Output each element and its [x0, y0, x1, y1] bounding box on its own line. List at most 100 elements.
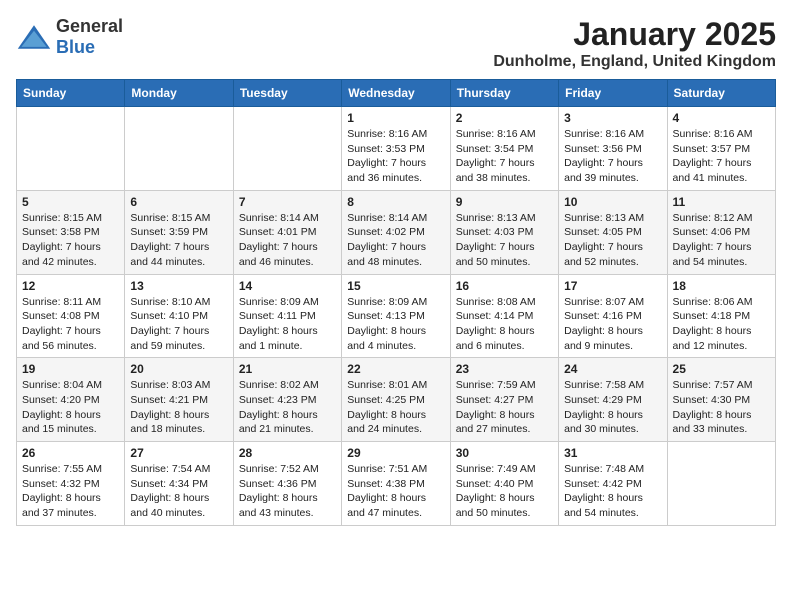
calendar-week-row: 26 Sunrise: 7:55 AMSunset: 4:32 PMDayligh…	[17, 442, 776, 526]
day-number: 11	[673, 195, 770, 209]
day-number: 15	[347, 279, 444, 293]
day-info: Sunrise: 8:15 AMSunset: 3:59 PMDaylight:…	[130, 211, 227, 270]
day-number: 26	[22, 446, 119, 460]
day-of-week-header: Wednesday	[342, 80, 450, 107]
calendar-cell: 14 Sunrise: 8:09 AMSunset: 4:11 PMDayligh…	[233, 274, 341, 358]
day-of-week-header: Sunday	[17, 80, 125, 107]
day-of-week-header: Friday	[559, 80, 667, 107]
day-number: 9	[456, 195, 553, 209]
day-info: Sunrise: 7:58 AMSunset: 4:29 PMDaylight:…	[564, 378, 661, 437]
day-info: Sunrise: 8:12 AMSunset: 4:06 PMDaylight:…	[673, 211, 770, 270]
day-number: 8	[347, 195, 444, 209]
day-number: 5	[22, 195, 119, 209]
day-number: 20	[130, 362, 227, 376]
day-number: 29	[347, 446, 444, 460]
day-info: Sunrise: 8:13 AMSunset: 4:03 PMDaylight:…	[456, 211, 553, 270]
calendar-cell: 4 Sunrise: 8:16 AMSunset: 3:57 PMDaylight…	[667, 107, 775, 191]
logo: General Blue	[16, 16, 123, 58]
day-info: Sunrise: 7:48 AMSunset: 4:42 PMDaylight:…	[564, 462, 661, 521]
location-title: Dunholme, England, United Kingdom	[493, 53, 776, 71]
day-info: Sunrise: 8:14 AMSunset: 4:01 PMDaylight:…	[239, 211, 336, 270]
calendar-cell: 2 Sunrise: 8:16 AMSunset: 3:54 PMDaylight…	[450, 107, 558, 191]
day-number: 17	[564, 279, 661, 293]
day-number: 19	[22, 362, 119, 376]
calendar-cell: 17 Sunrise: 8:07 AMSunset: 4:16 PMDayligh…	[559, 274, 667, 358]
calendar-cell: 7 Sunrise: 8:14 AMSunset: 4:01 PMDaylight…	[233, 190, 341, 274]
calendar-cell: 22 Sunrise: 8:01 AMSunset: 4:25 PMDayligh…	[342, 358, 450, 442]
day-number: 2	[456, 111, 553, 125]
calendar-cell: 1 Sunrise: 8:16 AMSunset: 3:53 PMDaylight…	[342, 107, 450, 191]
day-info: Sunrise: 8:14 AMSunset: 4:02 PMDaylight:…	[347, 211, 444, 270]
day-of-week-header: Tuesday	[233, 80, 341, 107]
calendar-cell: 23 Sunrise: 7:59 AMSunset: 4:27 PMDayligh…	[450, 358, 558, 442]
day-info: Sunrise: 8:15 AMSunset: 3:58 PMDaylight:…	[22, 211, 119, 270]
calendar-cell	[125, 107, 233, 191]
day-number: 18	[673, 279, 770, 293]
day-number: 25	[673, 362, 770, 376]
calendar-cell	[667, 442, 775, 526]
calendar-cell: 25 Sunrise: 7:57 AMSunset: 4:30 PMDayligh…	[667, 358, 775, 442]
calendar-cell	[233, 107, 341, 191]
logo-blue: Blue	[56, 37, 95, 57]
calendar-week-row: 1 Sunrise: 8:16 AMSunset: 3:53 PMDaylight…	[17, 107, 776, 191]
day-info: Sunrise: 8:11 AMSunset: 4:08 PMDaylight:…	[22, 295, 119, 354]
day-info: Sunrise: 8:16 AMSunset: 3:54 PMDaylight:…	[456, 127, 553, 186]
day-number: 27	[130, 446, 227, 460]
day-number: 3	[564, 111, 661, 125]
day-info: Sunrise: 8:16 AMSunset: 3:53 PMDaylight:…	[347, 127, 444, 186]
calendar-cell: 28Sunrise: 7:52 AMSunset: 4:36 PMDayligh…	[233, 442, 341, 526]
day-info: Sunrise: 8:08 AMSunset: 4:14 PMDaylight:…	[456, 295, 553, 354]
day-of-week-header: Monday	[125, 80, 233, 107]
calendar-cell: 24 Sunrise: 7:58 AMSunset: 4:29 PMDayligh…	[559, 358, 667, 442]
calendar-cell: 26 Sunrise: 7:55 AMSunset: 4:32 PMDayligh…	[17, 442, 125, 526]
day-number: 4	[673, 111, 770, 125]
day-info: Sunrise: 8:10 AMSunset: 4:10 PMDaylight:…	[130, 295, 227, 354]
calendar: SundayMondayTuesdayWednesdayThursdayFrid…	[16, 79, 776, 526]
day-info: Sunrise: 7:52 AMSunset: 4:36 PMDaylight:…	[239, 462, 336, 521]
calendar-header-row: SundayMondayTuesdayWednesdayThursdayFrid…	[17, 80, 776, 107]
day-info: Sunrise: 8:16 AMSunset: 3:57 PMDaylight:…	[673, 127, 770, 186]
day-info: Sunrise: 8:01 AMSunset: 4:25 PMDaylight:…	[347, 378, 444, 437]
day-number: 1	[347, 111, 444, 125]
header: General Blue January 2025 Dunholme, Engl…	[16, 16, 776, 71]
calendar-cell: 11 Sunrise: 8:12 AMSunset: 4:06 PMDayligh…	[667, 190, 775, 274]
calendar-cell: 18Sunrise: 8:06 AMSunset: 4:18 PMDayligh…	[667, 274, 775, 358]
day-number: 10	[564, 195, 661, 209]
day-info: Sunrise: 8:02 AMSunset: 4:23 PMDaylight:…	[239, 378, 336, 437]
calendar-week-row: 5 Sunrise: 8:15 AMSunset: 3:58 PMDaylight…	[17, 190, 776, 274]
day-number: 6	[130, 195, 227, 209]
day-number: 22	[347, 362, 444, 376]
day-info: Sunrise: 7:57 AMSunset: 4:30 PMDaylight:…	[673, 378, 770, 437]
day-info: Sunrise: 7:55 AMSunset: 4:32 PMDaylight:…	[22, 462, 119, 521]
calendar-week-row: 19 Sunrise: 8:04 AMSunset: 4:20 PMDayligh…	[17, 358, 776, 442]
day-info: Sunrise: 7:49 AMSunset: 4:40 PMDaylight:…	[456, 462, 553, 521]
day-info: Sunrise: 8:09 AMSunset: 4:11 PMDaylight:…	[239, 295, 336, 354]
day-number: 24	[564, 362, 661, 376]
calendar-cell: 5 Sunrise: 8:15 AMSunset: 3:58 PMDaylight…	[17, 190, 125, 274]
day-number: 21	[239, 362, 336, 376]
month-title: January 2025	[493, 16, 776, 53]
day-number: 30	[456, 446, 553, 460]
day-number: 23	[456, 362, 553, 376]
day-info: Sunrise: 8:07 AMSunset: 4:16 PMDaylight:…	[564, 295, 661, 354]
day-info: Sunrise: 7:51 AMSunset: 4:38 PMDaylight:…	[347, 462, 444, 521]
day-info: Sunrise: 8:03 AMSunset: 4:21 PMDaylight:…	[130, 378, 227, 437]
day-of-week-header: Saturday	[667, 80, 775, 107]
calendar-cell: 10Sunrise: 8:13 AMSunset: 4:05 PMDayligh…	[559, 190, 667, 274]
calendar-week-row: 12Sunrise: 8:11 AMSunset: 4:08 PMDayligh…	[17, 274, 776, 358]
day-number: 7	[239, 195, 336, 209]
calendar-cell: 27Sunrise: 7:54 AMSunset: 4:34 PMDayligh…	[125, 442, 233, 526]
calendar-cell: 21 Sunrise: 8:02 AMSunset: 4:23 PMDayligh…	[233, 358, 341, 442]
logo-icon	[16, 23, 52, 51]
calendar-cell	[17, 107, 125, 191]
day-info: Sunrise: 7:59 AMSunset: 4:27 PMDaylight:…	[456, 378, 553, 437]
day-number: 14	[239, 279, 336, 293]
calendar-cell: 9 Sunrise: 8:13 AMSunset: 4:03 PMDaylight…	[450, 190, 558, 274]
day-number: 31	[564, 446, 661, 460]
calendar-cell: 16 Sunrise: 8:08 AMSunset: 4:14 PMDayligh…	[450, 274, 558, 358]
calendar-cell: 8 Sunrise: 8:14 AMSunset: 4:02 PMDaylight…	[342, 190, 450, 274]
day-info: Sunrise: 8:04 AMSunset: 4:20 PMDaylight:…	[22, 378, 119, 437]
calendar-cell: 3Sunrise: 8:16 AMSunset: 3:56 PMDaylight…	[559, 107, 667, 191]
day-number: 16	[456, 279, 553, 293]
title-area: January 2025 Dunholme, England, United K…	[493, 16, 776, 71]
